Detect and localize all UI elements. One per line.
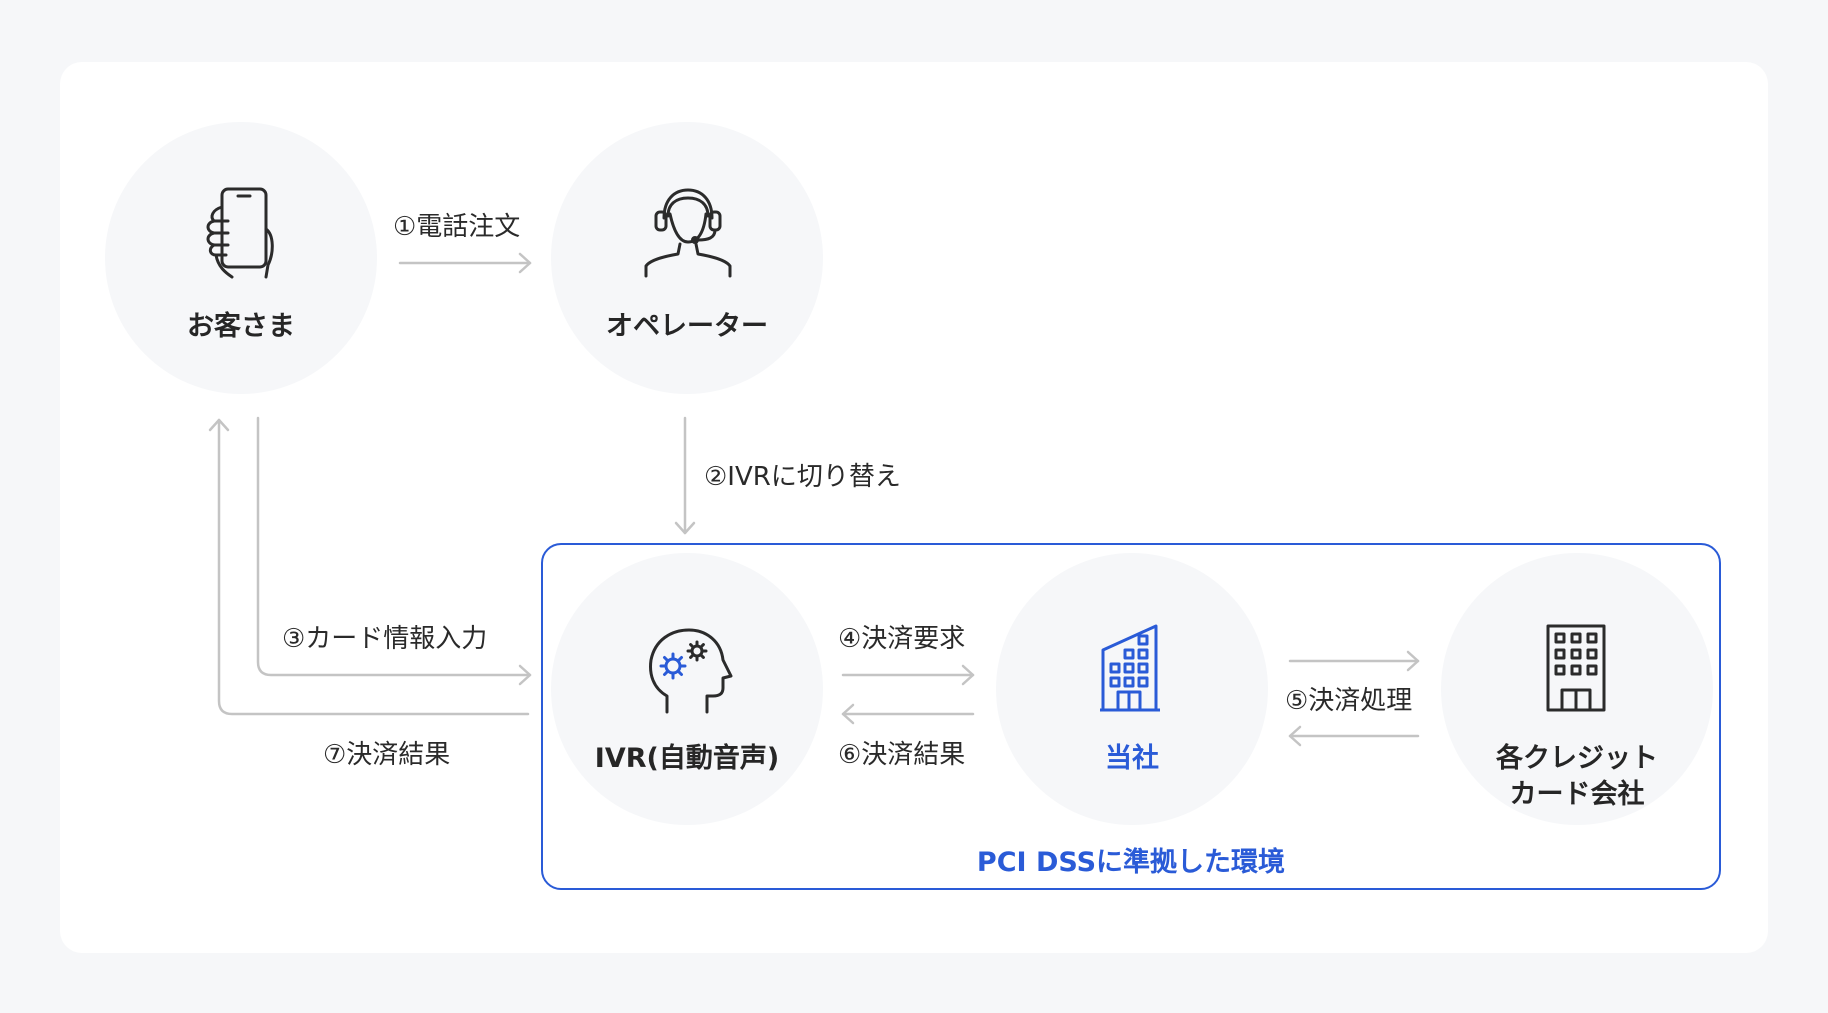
arrow-step5-return [1288, 725, 1420, 747]
arrow-step1 [398, 252, 532, 274]
arrow-step5-forward [1288, 650, 1420, 672]
arrow-step6 [841, 703, 975, 725]
step6-label: ⑥決済結果 [838, 740, 966, 770]
arrow-step2 [674, 416, 696, 535]
arrow-step4 [841, 664, 975, 686]
step5-label: ⑤決済処理 [1285, 686, 1413, 716]
step7-label: ⑦決済結果 [323, 740, 451, 770]
step3-label: ③カード情報入力 [282, 624, 488, 654]
step1-label: ①電話注文 [393, 212, 521, 242]
flow-arrows [208, 252, 1420, 747]
step2-label: ②IVRに切り替え [704, 462, 901, 492]
step4-label: ④決済要求 [838, 624, 966, 654]
